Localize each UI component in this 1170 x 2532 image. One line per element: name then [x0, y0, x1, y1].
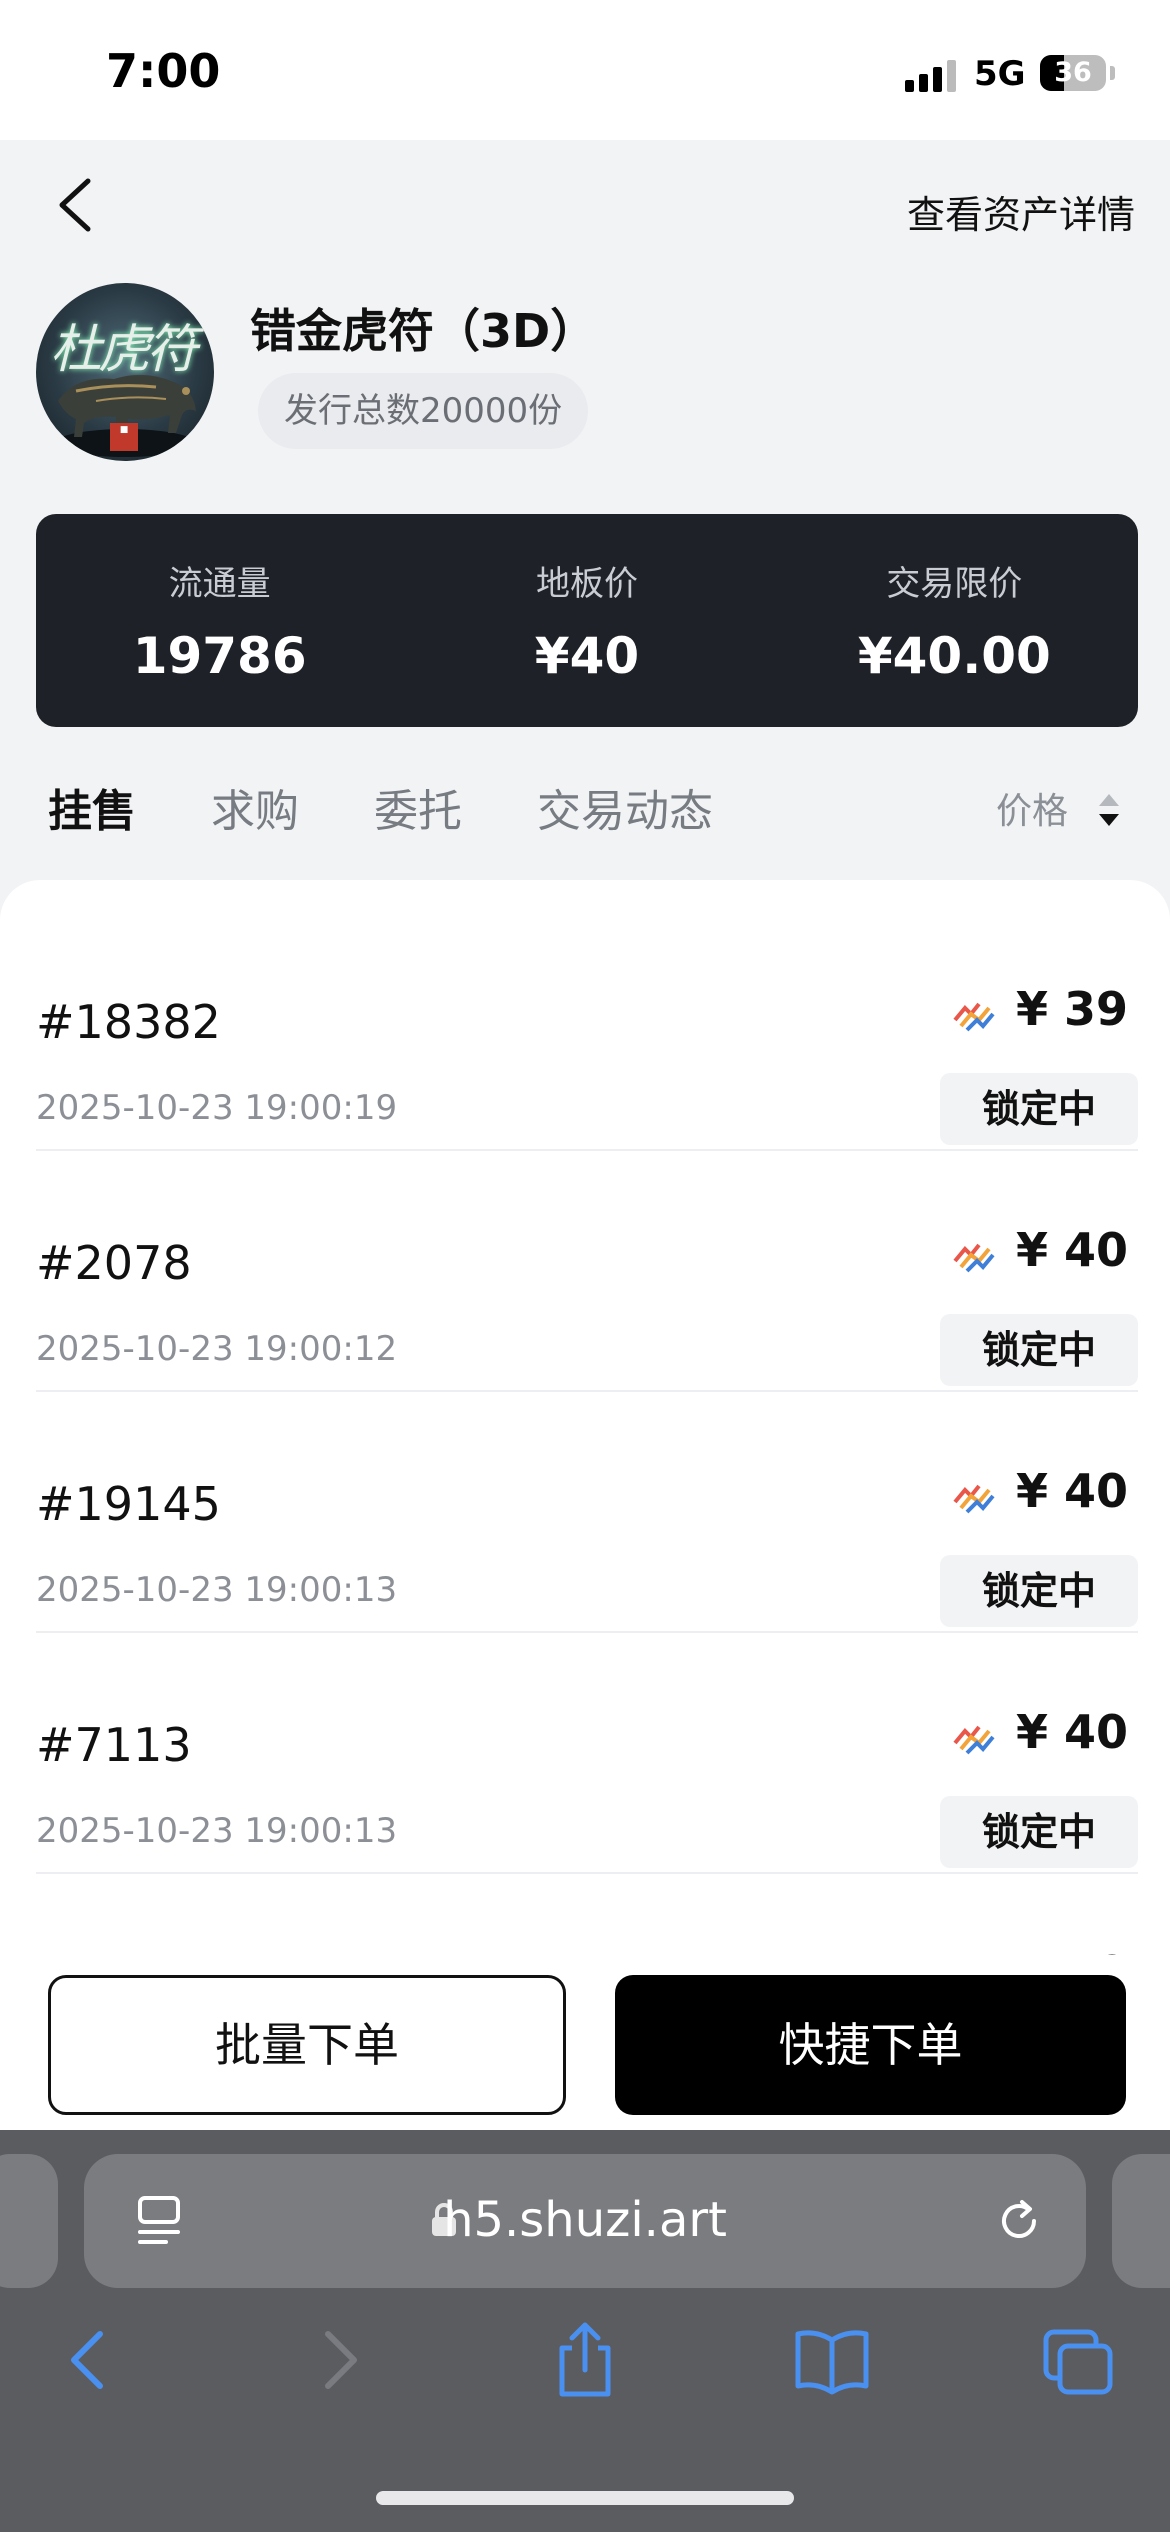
battery-level: 36 [1054, 57, 1092, 88]
platform-logo-icon [953, 1243, 995, 1273]
list-item[interactable]: #15521 ¥ 40 [36, 1874, 1138, 1965]
next-tab-preview[interactable] [1112, 2154, 1170, 2288]
back-button[interactable] [50, 175, 100, 235]
stats-card: 流通量 19786 地板价 ¥40 交易限价 ¥40.00 [36, 514, 1138, 727]
status-badge: 锁定中 [940, 1796, 1138, 1868]
home-indicator[interactable] [376, 2491, 794, 2505]
stat-value: ¥40.00 [857, 627, 1051, 685]
list-item[interactable]: #7113 2025-10-23 19:00:13 ¥ 40 锁定中 [36, 1633, 1138, 1874]
sort-by-price[interactable]: 价格 [996, 782, 1068, 834]
item-price: ¥ 39 [1015, 982, 1128, 1036]
item-time: 2025-10-23 19:00:13 [36, 1570, 398, 1610]
share-icon[interactable] [550, 2320, 620, 2400]
address-bar[interactable]: h5.shuzi.art [84, 2154, 1086, 2288]
item-id: #7113 [36, 1718, 192, 1772]
cellular-signal-icon [905, 58, 957, 92]
quick-order-button[interactable]: 快捷下单 [615, 1975, 1126, 2115]
stat-price-limit: 交易限价 ¥40.00 [771, 514, 1138, 727]
asset-title: 错金虎符（3D） [250, 304, 597, 358]
listing-list: #18382 2025-10-23 19:00:19 ¥ 39 锁定中 #207… [0, 880, 1170, 1965]
stat-circulation: 流通量 19786 [36, 514, 403, 727]
list-item[interactable]: #18382 2025-10-23 19:00:19 ¥ 39 锁定中 [36, 910, 1138, 1151]
url-text: h5.shuzi.art [443, 2192, 727, 2248]
sort-arrows-icon[interactable] [1096, 790, 1122, 830]
platform-logo-icon [953, 1484, 995, 1514]
tab-trade-activity[interactable]: 交易动态 [537, 775, 713, 839]
stat-label: 交易限价 [886, 564, 1023, 604]
previous-tab-preview[interactable] [0, 2154, 58, 2288]
seal-stamp: ■ [110, 423, 138, 451]
reload-icon[interactable] [994, 2196, 1044, 2246]
tab-orders[interactable]: 委托 [374, 775, 462, 839]
status-badge: 锁定中 [940, 1314, 1138, 1386]
item-time: 2025-10-23 19:00:19 [36, 1088, 398, 1128]
platform-logo-icon [953, 1002, 995, 1032]
browser-forward-icon[interactable] [316, 2320, 366, 2400]
tab-listing[interactable]: 挂售 [48, 775, 136, 839]
list-item[interactable]: #2078 2025-10-23 19:00:12 ¥ 40 锁定中 [36, 1151, 1138, 1392]
item-time: 2025-10-23 19:00:12 [36, 1329, 398, 1369]
item-id: #19145 [36, 1477, 221, 1531]
bookmarks-icon[interactable] [792, 2320, 872, 2400]
item-id: #18382 [36, 995, 221, 1049]
chevron-left-icon [59, 178, 91, 232]
battery-icon: 36 [1040, 55, 1106, 91]
browser-toolbar: h5.shuzi.art [0, 2130, 1170, 2532]
item-time: 2025-10-23 19:00:13 [36, 1811, 398, 1851]
list-item[interactable]: #19145 2025-10-23 19:00:13 ¥ 40 锁定中 [36, 1392, 1138, 1633]
stat-value: ¥40 [534, 627, 640, 685]
stat-label: 地板价 [535, 564, 638, 604]
item-price: ¥ 40 [1015, 1705, 1128, 1759]
item-price: ¥ 40 [1015, 1464, 1128, 1518]
tab-buy-request[interactable]: 求购 [211, 775, 299, 839]
browser-back-icon[interactable] [62, 2320, 112, 2400]
stat-label: 流通量 [168, 564, 271, 604]
batch-order-button[interactable]: 批量下单 [48, 1975, 566, 2115]
status-time: 7:00 [106, 44, 221, 98]
stat-floor-price: 地板价 ¥40 [403, 514, 770, 727]
stat-value: 19786 [132, 627, 307, 685]
tabs-icon[interactable] [1040, 2320, 1120, 2400]
asset-avatar[interactable]: 杜虎符 ■ [36, 283, 214, 461]
status-bar: 7:00 5G 36 [0, 0, 1170, 140]
action-bar: 批量下单 快捷下单 [0, 1955, 1170, 2130]
status-badge: 锁定中 [940, 1073, 1138, 1145]
item-price: ¥ 40 [1015, 1223, 1128, 1277]
avatar-title: 杜虎符 [50, 320, 198, 380]
battery-tip [1110, 66, 1115, 80]
issue-count-badge: 发行总数20000份 [258, 373, 589, 449]
status-badge: 锁定中 [940, 1555, 1138, 1627]
network-type: 5G [974, 54, 1026, 94]
platform-logo-icon [953, 1725, 995, 1755]
asset-details-link[interactable]: 查看资产详情 [907, 184, 1135, 239]
item-id: #2078 [36, 1236, 192, 1290]
